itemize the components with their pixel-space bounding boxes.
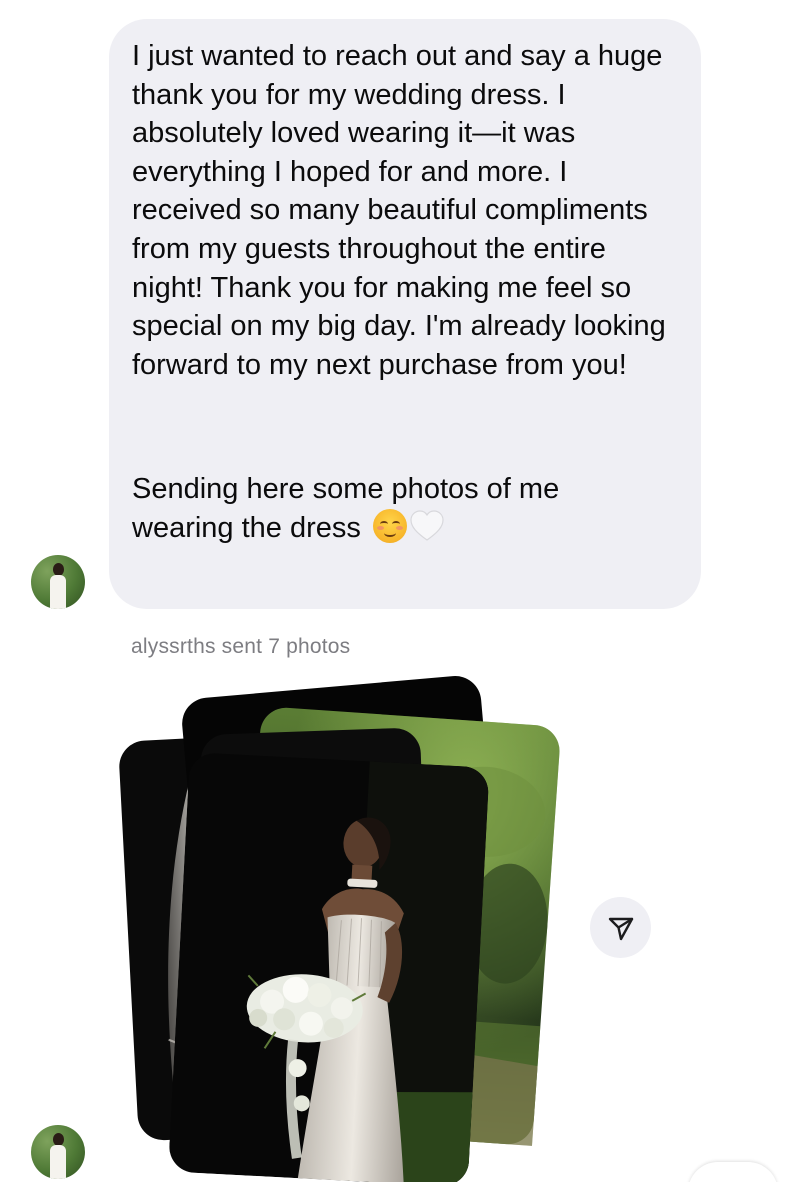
photo-stack[interactable] bbox=[0, 0, 800, 1182]
share-button[interactable] bbox=[590, 897, 651, 958]
photo-card-front bbox=[168, 752, 490, 1182]
send-share-icon bbox=[608, 917, 633, 940]
chat-screen: I just wanted to reach out and say a hug… bbox=[0, 0, 800, 1182]
sender-avatar[interactable] bbox=[31, 1125, 85, 1179]
